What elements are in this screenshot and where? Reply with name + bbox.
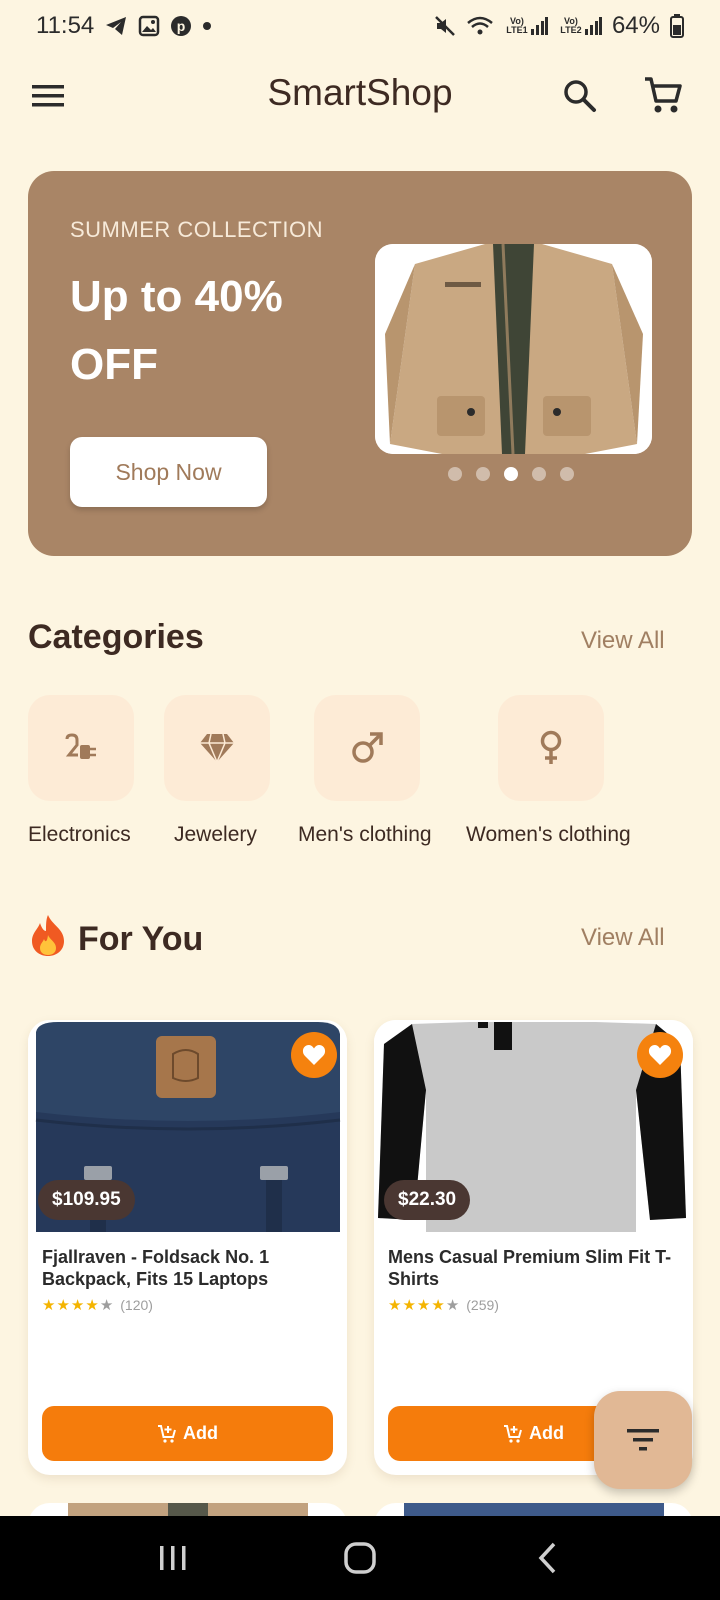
diamond-icon <box>200 733 234 763</box>
product-title[interactable]: Fjallraven - Foldsack No. 1 Backpack, Fi… <box>42 1246 332 1290</box>
star-icon: ★ <box>431 1297 445 1314</box>
category-tile[interactable] <box>28 695 134 801</box>
add-cart-icon <box>504 1424 522 1443</box>
rating-count: (259) <box>466 1297 499 1313</box>
battery-percent: 64% <box>611 12 660 39</box>
recent-apps-icon <box>160 1546 186 1570</box>
carousel-indicators <box>448 467 574 481</box>
banner-kicker: SUMMER COLLECTION <box>70 217 323 242</box>
product-image-tshirt[interactable]: $22.30 <box>374 1020 693 1232</box>
price-badge: $22.30 <box>384 1180 471 1220</box>
fire-icon <box>28 913 68 966</box>
star-icon: ★ <box>416 1297 431 1314</box>
star-icon: ★ <box>388 1297 402 1314</box>
category-tile[interactable] <box>164 695 270 801</box>
search-icon <box>564 80 596 112</box>
category-tile[interactable] <box>498 695 604 801</box>
favorite-button[interactable] <box>291 1032 337 1078</box>
category-electronics[interactable] <box>28 695 134 801</box>
star-icon: ★ <box>85 1297 99 1314</box>
for-you-view-all-link[interactable]: View All <box>581 924 665 952</box>
shopping-cart-icon <box>645 77 682 113</box>
for-you-title: For You <box>78 920 204 958</box>
wifi-icon <box>466 15 494 37</box>
promo-banner[interactable]: SUMMER COLLECTION Up to 40% OFF Shop Now <box>28 171 692 556</box>
telegram-icon <box>104 15 128 37</box>
female-symbol-icon <box>540 730 562 764</box>
carousel-dot[interactable] <box>532 467 546 481</box>
category-label: Electronics <box>28 823 131 846</box>
category-label: Men's clothing <box>298 823 432 846</box>
for-you-header: For You <box>28 913 203 966</box>
filter-fab[interactable] <box>594 1391 692 1489</box>
categories-view-all-link[interactable]: View All <box>581 627 665 655</box>
back-chevron-icon <box>538 1542 555 1574</box>
category-tile[interactable] <box>314 695 420 801</box>
favorite-button[interactable] <box>637 1032 683 1078</box>
lte1-signal-icon: Vo) LTE1 <box>504 16 548 36</box>
star-empty-icon: ★ <box>99 1297 114 1314</box>
filter-icon <box>627 1429 659 1451</box>
product-title[interactable]: Mens Casual Premium Slim Fit T-Shirts <box>388 1246 678 1290</box>
banner-headline: Up to 40% OFF <box>70 272 283 389</box>
lte1-label: Vo) LTE1 <box>506 16 528 35</box>
add-cart-icon <box>158 1424 176 1443</box>
notification-dot-icon <box>202 21 212 31</box>
categories-title: Categories <box>28 618 204 656</box>
status-left: 11:54 p <box>36 12 212 40</box>
carousel-dot[interactable] <box>476 467 490 481</box>
recent-apps-button[interactable] <box>143 1528 203 1588</box>
power-plug-icon <box>65 733 96 759</box>
product-card[interactable]: $109.95 Fjallraven - Foldsack No. 1 Back… <box>28 1020 347 1475</box>
star-icon: ★ <box>56 1297 70 1314</box>
category-mens-clothing[interactable] <box>314 695 420 801</box>
home-button[interactable] <box>330 1528 390 1588</box>
category-womens-clothing[interactable] <box>498 695 604 801</box>
category-jewelery[interactable] <box>164 695 270 801</box>
battery-icon <box>670 14 684 38</box>
status-right: Vo) LTE1 Vo) LTE2 64% <box>434 12 684 40</box>
rating-count: (120) <box>120 1297 153 1313</box>
lte2-label: Vo) LTE2 <box>560 16 582 35</box>
system-nav-bar <box>0 1516 720 1600</box>
heart-icon <box>302 1045 326 1065</box>
back-button[interactable] <box>517 1528 577 1588</box>
product-rating: ★ ★ ★ ★ ★ (120) <box>42 1296 153 1314</box>
home-icon <box>344 1542 376 1574</box>
cart-button[interactable] <box>640 72 686 118</box>
app-title: SmartShop <box>267 72 453 113</box>
star-icon: ★ <box>42 1297 56 1314</box>
price-badge: $109.95 <box>38 1180 135 1220</box>
svg-text:p: p <box>177 18 186 34</box>
add-to-cart-button[interactable]: Add <box>42 1406 333 1461</box>
shop-now-button[interactable]: Shop Now <box>70 437 267 507</box>
category-label: Jewelery <box>174 823 257 846</box>
pinterest-icon: p <box>170 15 192 37</box>
star-icon: ★ <box>70 1297 85 1314</box>
search-button[interactable] <box>558 74 602 118</box>
male-symbol-icon <box>352 732 383 763</box>
lte2-signal-icon: Vo) LTE2 <box>558 16 602 36</box>
banner-jacket-image[interactable] <box>375 244 652 454</box>
category-label: Women's clothing <box>466 823 631 846</box>
status-bar: 11:54 p Vo) LTE1 Vo) LTE2 64% <box>0 0 720 52</box>
star-icon: ★ <box>402 1297 416 1314</box>
gallery-icon <box>138 15 160 37</box>
app-bar: SmartShop <box>0 60 720 132</box>
mute-icon <box>434 15 456 37</box>
add-button-label: Add <box>183 1423 218 1443</box>
add-button-label: Add <box>529 1423 564 1443</box>
carousel-dot[interactable] <box>448 467 462 481</box>
carousel-dot-active[interactable] <box>504 467 518 481</box>
carousel-dot[interactable] <box>560 467 574 481</box>
star-empty-icon: ★ <box>445 1297 460 1314</box>
product-image-backpack[interactable]: $109.95 <box>28 1020 347 1232</box>
status-time: 11:54 <box>36 12 95 39</box>
product-rating: ★ ★ ★ ★ ★ (259) <box>388 1296 499 1314</box>
heart-icon <box>648 1045 672 1065</box>
